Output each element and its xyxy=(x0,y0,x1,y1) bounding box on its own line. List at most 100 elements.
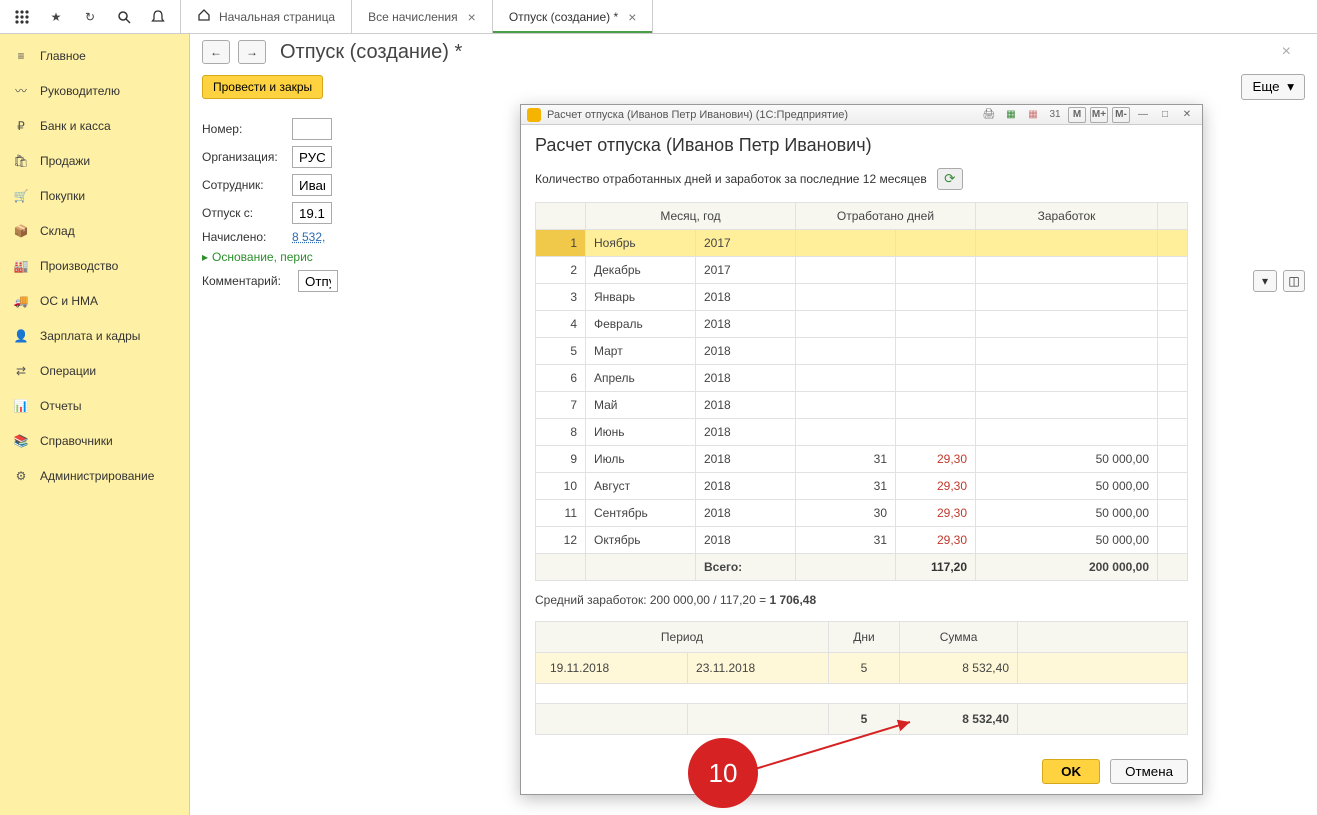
m-plus-button[interactable]: M+ xyxy=(1090,107,1108,123)
period-sum: 8 532,40 xyxy=(900,653,1018,684)
calendar-icon[interactable]: ▦ xyxy=(1024,107,1042,123)
org-field[interactable] xyxy=(292,146,332,168)
table-row[interactable]: 3Январь2018 xyxy=(536,284,1188,311)
table-row[interactable]: 1Ноябрь2017 xyxy=(536,230,1188,257)
col-month-year: Месяц, год xyxy=(586,203,796,230)
sidebar-item-production[interactable]: 🏭Производство xyxy=(0,248,189,283)
period-row[interactable]: 19.11.2018 23.11.2018 5 8 532,40 xyxy=(536,653,1188,684)
close-icon[interactable]: × xyxy=(628,9,636,25)
chevron-right-icon[interactable]: ▸ xyxy=(202,250,208,264)
period-to: 23.11.2018 xyxy=(688,653,829,684)
dropdown-button[interactable]: ▾ xyxy=(1253,270,1277,292)
modal-titlebar[interactable]: Расчет отпуска (Иванов Петр Иванович) (1… xyxy=(521,105,1202,125)
col-sum: Сумма xyxy=(900,622,1018,653)
row-year: 2018 xyxy=(696,338,796,365)
period-total-days: 5 xyxy=(828,704,899,735)
row-month: Март xyxy=(586,338,696,365)
back-button[interactable]: ← xyxy=(202,40,230,64)
number-field[interactable] xyxy=(292,118,332,140)
row-month: Январь xyxy=(586,284,696,311)
post-and-close-button[interactable]: Провести и закры xyxy=(202,75,323,99)
close-icon[interactable]: ✕ xyxy=(1178,107,1196,123)
row-index: 3 xyxy=(536,284,586,311)
grid-icon[interactable]: ▦ xyxy=(1002,107,1020,123)
employee-label: Сотрудник: xyxy=(202,178,292,192)
sidebar-item-purchases[interactable]: 🛒Покупки xyxy=(0,178,189,213)
col-period: Период xyxy=(536,622,829,653)
table-row[interactable]: 4Февраль2018 xyxy=(536,311,1188,338)
star-icon[interactable]: ★ xyxy=(48,9,64,25)
sidebar-item-assets[interactable]: 🚚ОС и НМА xyxy=(0,283,189,318)
sidebar-item-label: Производство xyxy=(40,259,118,273)
row-days: 31 xyxy=(796,473,896,500)
tab-home[interactable]: Начальная страница xyxy=(181,0,352,33)
close-page-button[interactable]: × xyxy=(1282,43,1305,61)
date-icon[interactable]: 31 xyxy=(1046,107,1064,123)
sidebar-item-label: Продажи xyxy=(40,154,90,168)
tab-vacation-create[interactable]: Отпуск (создание) * × xyxy=(493,0,654,33)
row-days: 31 xyxy=(796,446,896,473)
table-row[interactable]: 7Май2018 xyxy=(536,392,1188,419)
table-row[interactable]: 6Апрель2018 xyxy=(536,365,1188,392)
sidebar-item-main[interactable]: ≡Главное xyxy=(0,38,189,73)
annotation-bubble: 10 xyxy=(688,738,758,808)
row-days xyxy=(796,392,896,419)
m-minus-button[interactable]: M- xyxy=(1112,107,1130,123)
minimize-icon[interactable]: — xyxy=(1134,107,1152,123)
more-label: Еще xyxy=(1252,79,1279,94)
row-days xyxy=(796,230,896,257)
m-button[interactable]: M xyxy=(1068,107,1086,123)
open-button[interactable]: ◫ xyxy=(1283,270,1305,292)
sidebar-item-operations[interactable]: ⇄Операции xyxy=(0,353,189,388)
sidebar-item-admin[interactable]: ⚙Администрирование xyxy=(0,458,189,493)
ok-button[interactable]: OK xyxy=(1042,759,1100,784)
accrued-link[interactable]: 8 532, xyxy=(292,230,325,244)
modal-titlebar-text: Расчет отпуска (Иванов Петр Иванович) (1… xyxy=(547,109,848,121)
print-icon[interactable]: 🖨 xyxy=(980,107,998,123)
sidebar-item-sales[interactable]: 🛍Продажи xyxy=(0,143,189,178)
row-earn: 50 000,00 xyxy=(976,446,1158,473)
apps-icon[interactable] xyxy=(14,9,30,25)
vacation-from-field[interactable] xyxy=(292,202,332,224)
row-earn xyxy=(976,392,1158,419)
forward-button[interactable]: → xyxy=(238,40,266,64)
col-days: Дни xyxy=(828,622,899,653)
tab-all-accruals-label: Все начисления xyxy=(368,10,458,24)
sidebar-item-label: Администрирование xyxy=(40,469,154,483)
table-row[interactable]: 12Октябрь20183129,3050 000,00 xyxy=(536,527,1188,554)
onec-icon xyxy=(527,108,541,122)
sidebar-item-reports[interactable]: 📊Отчеты xyxy=(0,388,189,423)
tab-all-accruals[interactable]: Все начисления × xyxy=(352,0,493,33)
row-year: 2017 xyxy=(696,257,796,284)
sidebar-item-bank[interactable]: ₽Банк и касса xyxy=(0,108,189,143)
row-month: Ноябрь xyxy=(586,230,696,257)
comment-field[interactable] xyxy=(298,270,338,292)
more-button[interactable]: Еще ▾ xyxy=(1241,74,1305,100)
table-row[interactable]: 11Сентябрь20183029,3050 000,00 xyxy=(536,500,1188,527)
sidebar-item-refs[interactable]: 📚Справочники xyxy=(0,423,189,458)
table-row[interactable]: 5Март2018 xyxy=(536,338,1188,365)
sidebar-item-hr[interactable]: 👤Зарплата и кадры xyxy=(0,318,189,353)
search-icon[interactable] xyxy=(116,9,132,25)
maximize-icon[interactable]: □ xyxy=(1156,107,1174,123)
sidebar-item-manager[interactable]: 〰Руководителю xyxy=(0,73,189,108)
close-icon[interactable]: × xyxy=(468,9,476,25)
quick-tools: ★ ↻ xyxy=(0,0,181,33)
basis-link[interactable]: Основание, перис xyxy=(212,250,313,264)
refresh-button[interactable]: ⟳ xyxy=(937,168,963,190)
row-ratio xyxy=(896,392,976,419)
bell-icon[interactable] xyxy=(150,9,166,25)
sidebar-item-label: Отчеты xyxy=(40,399,81,413)
table-row[interactable]: 9Июль20183129,3050 000,00 xyxy=(536,446,1188,473)
row-earn xyxy=(976,419,1158,446)
col-extra xyxy=(1158,203,1188,230)
sidebar-item-label: Банк и касса xyxy=(40,119,111,133)
table-row[interactable]: 8Июнь2018 xyxy=(536,419,1188,446)
cancel-button[interactable]: Отмена xyxy=(1110,759,1188,784)
history-icon[interactable]: ↻ xyxy=(82,9,98,25)
table-row[interactable]: 10Август20183129,3050 000,00 xyxy=(536,473,1188,500)
sidebar-item-warehouse[interactable]: 📦Склад xyxy=(0,213,189,248)
table-row[interactable]: 2Декабрь2017 xyxy=(536,257,1188,284)
employee-field[interactable] xyxy=(292,174,332,196)
sidebar-item-label: ОС и НМА xyxy=(40,294,98,308)
